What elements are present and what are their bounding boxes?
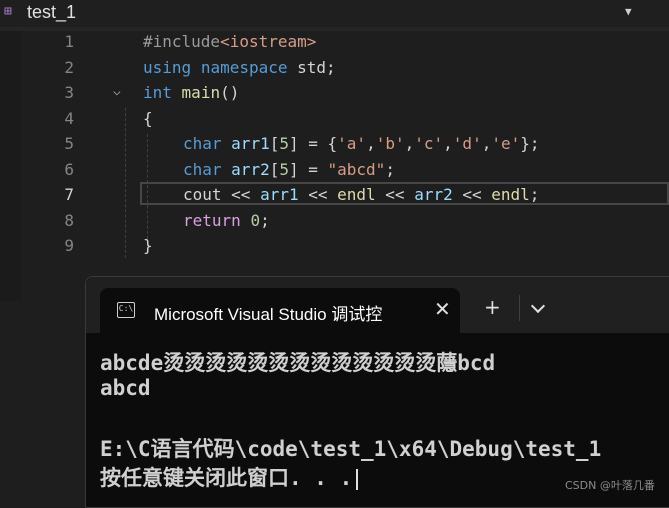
- code-line-3: int main(): [143, 83, 240, 102]
- code-line-8: return 0;: [183, 211, 270, 230]
- console-prompt-line: 按任意键关闭此窗口. . .: [100, 462, 359, 492]
- code-line-2: using namespace std;: [143, 58, 336, 77]
- code-line-5: char arr1[5] = {'a','b','c','d','e'};: [183, 134, 540, 153]
- terminal-icon: C:\: [117, 302, 135, 318]
- line-number: 4: [64, 109, 74, 128]
- fold-chevron-icon[interactable]: ⌵: [113, 84, 121, 99]
- editor-margin: [0, 31, 22, 301]
- terminal-tab-strip: C:\ Microsoft Visual Studio 调试控 ✕ +: [86, 277, 669, 333]
- code-line-4: {: [143, 109, 153, 128]
- code-line-7: cout << arr1 << endl << arr2 << endl;: [183, 185, 540, 204]
- chevron-down-icon[interactable]: ▼: [625, 5, 632, 18]
- debug-console-window: C:\ Microsoft Visual Studio 调试控 ✕ + abcd…: [85, 276, 669, 508]
- line-number: 8: [64, 211, 74, 230]
- line-number: 2: [64, 58, 74, 77]
- close-icon[interactable]: ✕: [434, 297, 451, 321]
- line-number: 9: [64, 236, 74, 255]
- line-number: 6: [64, 160, 74, 179]
- indent-guide: [125, 108, 126, 258]
- cpp-file-icon: ⊞: [4, 4, 12, 19]
- terminal-tab-title: Microsoft Visual Studio 调试控: [154, 305, 383, 324]
- editor-tab-bar: ⊞ test_1 ▼: [0, 0, 669, 28]
- line-number: 3: [64, 83, 74, 102]
- code-line-1: #include<iostream>: [143, 32, 317, 51]
- text-cursor: [356, 468, 359, 490]
- console-output-line: abcd: [100, 376, 151, 400]
- chevron-down-icon[interactable]: [530, 298, 546, 314]
- file-tab-title[interactable]: test_1: [27, 2, 76, 23]
- divider: [519, 295, 520, 321]
- console-output-line: abcde烫烫烫烫烫烫烫烫烫烫烫烫烫蘟bcd: [100, 351, 496, 375]
- line-number-active: 7: [64, 185, 74, 204]
- terminal-tab[interactable]: C:\ Microsoft Visual Studio 调试控 ✕: [100, 288, 460, 333]
- code-line-6: char arr2[5] = "abcd";: [183, 160, 395, 179]
- code-line-9: }: [143, 236, 153, 255]
- console-output-line: E:\C语言代码\code\test_1\x64\Debug\test_1: [100, 437, 602, 461]
- line-number: 5: [64, 134, 74, 153]
- line-number: 1: [64, 32, 74, 51]
- watermark: CSDN @叶落几番: [565, 479, 655, 492]
- new-tab-plus-icon[interactable]: +: [484, 297, 501, 317]
